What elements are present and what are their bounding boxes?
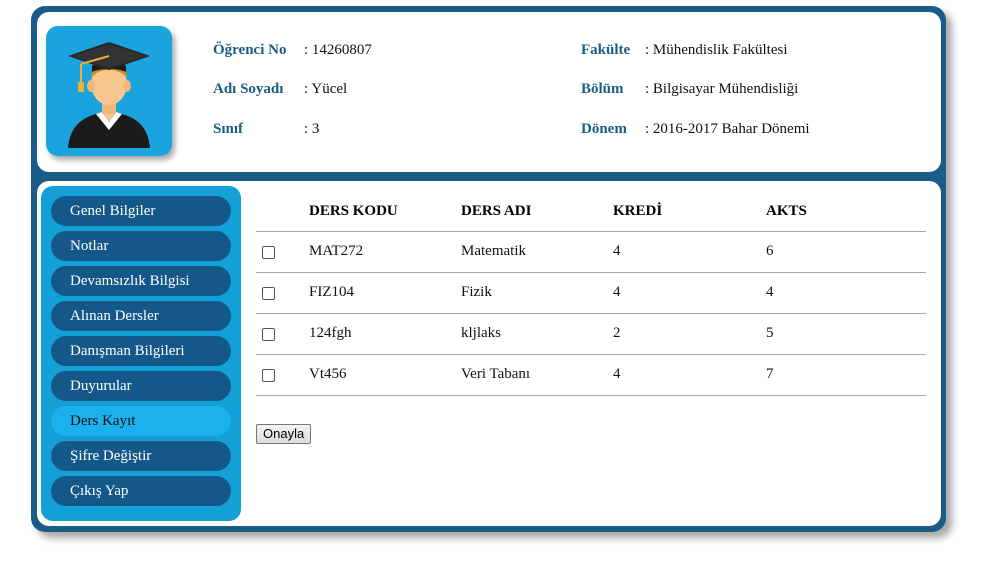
course-akts: 6 (766, 243, 774, 259)
table-divider (256, 231, 926, 232)
column-header-credit: KREDİ (613, 203, 663, 219)
course-name: Fizik (461, 284, 492, 300)
course-name: Veri Tabanı (461, 366, 531, 382)
student-info-card (37, 12, 941, 172)
row-select-checkbox[interactable] (262, 287, 275, 300)
term-value: : 2016-2017 Bahar Dönemi (645, 121, 810, 137)
sidebar-item-cikis-yap[interactable]: Çıkış Yap (51, 476, 231, 506)
faculty-value: : Mühendislik Fakültesi (645, 42, 788, 58)
row-select-checkbox[interactable] (262, 246, 275, 259)
course-name: kljlaks (461, 325, 501, 341)
course-credit: 2 (613, 325, 621, 341)
sidebar-item-ders-kayit[interactable]: Ders Kayıt (51, 406, 231, 436)
course-code: 124fgh (309, 325, 352, 341)
row-select-checkbox[interactable] (262, 328, 275, 341)
column-header-akts: AKTS (766, 203, 807, 219)
student-no-value: : 14260807 (304, 42, 372, 58)
course-credit: 4 (613, 366, 621, 382)
graduate-icon (68, 42, 150, 148)
student-class-label: Sınıf (213, 121, 244, 137)
department-value: : Bilgisayar Mühendisliği (645, 81, 799, 97)
student-avatar (46, 26, 172, 156)
course-akts: 4 (766, 284, 774, 300)
faculty-label: Fakülte (581, 42, 631, 58)
column-header-code: DERS KODU (309, 203, 398, 219)
course-akts: 7 (766, 366, 774, 382)
course-code: FIZ104 (309, 284, 354, 300)
sidebar-item-danisman[interactable]: Danışman Bilgileri (51, 336, 231, 366)
course-code: MAT272 (309, 243, 364, 259)
sidebar-item-duyurular[interactable]: Duyurular (51, 371, 231, 401)
course-code: Vt456 (309, 366, 347, 382)
row-select-checkbox[interactable] (262, 369, 275, 382)
course-name: Matematik (461, 243, 526, 259)
table-divider (256, 354, 926, 355)
table-divider (256, 313, 926, 314)
sidebar-item-genel-bilgiler[interactable]: Genel Bilgiler (51, 196, 231, 226)
course-akts: 5 (766, 325, 774, 341)
sidebar-item-sifre-degistir[interactable]: Şifre Değiştir (51, 441, 231, 471)
sidebar-item-devamsizlik[interactable]: Devamsızlık Bilgisi (51, 266, 231, 296)
sidebar-item-alinan-dersler[interactable]: Alınan Dersler (51, 301, 231, 331)
department-label: Bölüm (581, 81, 624, 97)
confirm-button[interactable]: Onayla (256, 424, 312, 444)
column-header-name: DERS ADI (461, 203, 532, 219)
table-divider (256, 272, 926, 273)
course-credit: 4 (613, 284, 621, 300)
student-name-label: Adı Soyadı (213, 81, 284, 97)
term-label: Dönem (581, 121, 627, 137)
table-divider (256, 395, 926, 396)
student-name-value: : Yücel (304, 81, 348, 97)
course-credit: 4 (613, 243, 621, 259)
sidebar-item-notlar[interactable]: Notlar (51, 231, 231, 261)
student-no-label: Öğrenci No (213, 42, 287, 58)
student-class-value: : 3 (304, 121, 320, 137)
